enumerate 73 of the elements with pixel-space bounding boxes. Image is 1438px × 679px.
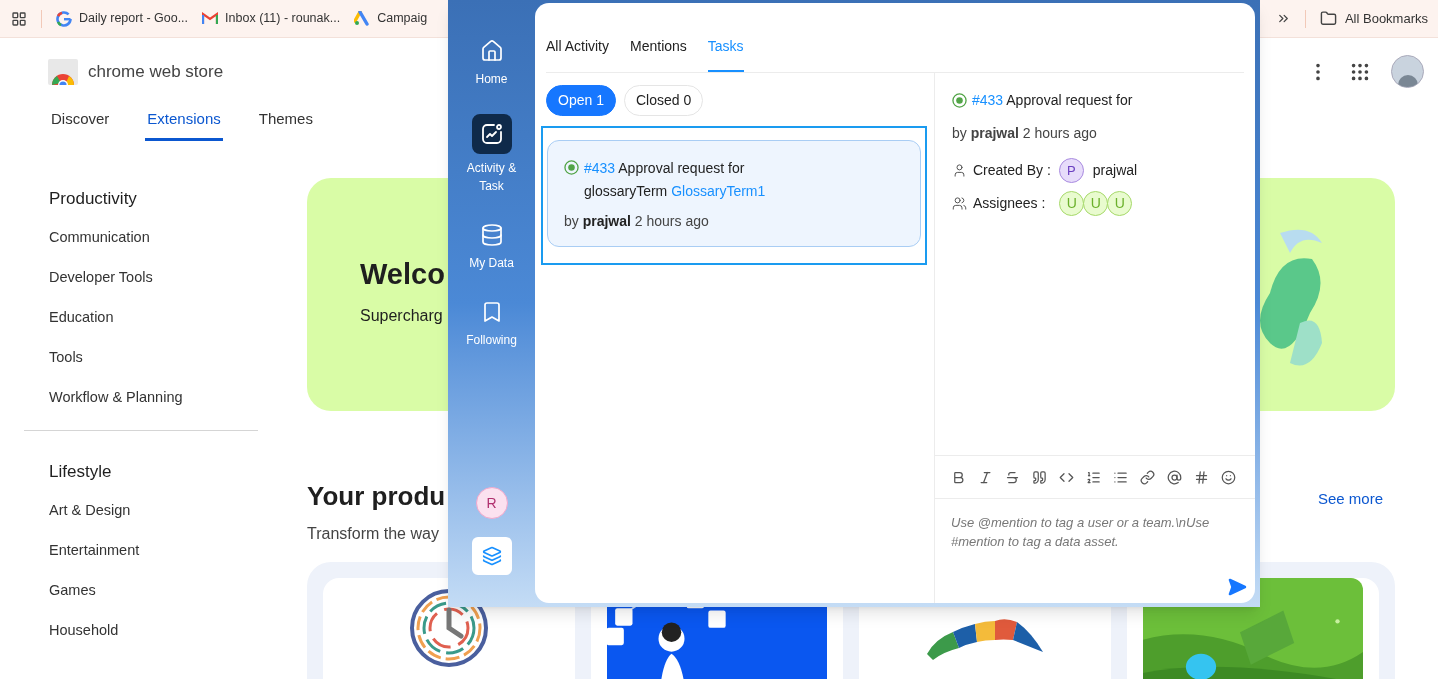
assignees-label: Assignees : (973, 194, 1046, 213)
created-by-label: Created By : (973, 161, 1051, 180)
store-title: chrome web store (88, 60, 224, 83)
user-icon (952, 163, 967, 178)
assignee-avatar: U (1059, 191, 1085, 216)
category-link[interactable]: Entertainment (24, 540, 258, 563)
smile-icon[interactable] (1221, 469, 1236, 485)
see-more-link[interactable]: See more (1317, 487, 1383, 510)
triangle-icon (354, 11, 371, 26)
bookmark-link[interactable]: Daily report - Goo... (56, 9, 189, 28)
side-nav-item[interactable]: My Data (451, 221, 532, 272)
side-nav-item[interactable]: Home (451, 37, 532, 88)
category-heading: Lifestyle (48, 461, 113, 483)
creator-avatar: P (1058, 158, 1084, 183)
all-bookmarks-link[interactable]: All Bookmarks (1319, 8, 1428, 29)
store-logo-icon (48, 58, 78, 85)
category-link[interactable]: Games (24, 580, 258, 603)
folder-icon (1319, 10, 1337, 27)
category-heading: Productivity (48, 188, 138, 210)
assignee-avatar: U (1083, 191, 1109, 216)
task-byline: by prajwal 2 hours ago (564, 212, 709, 231)
panel-tab[interactable]: Mentions (630, 36, 687, 72)
category-link[interactable]: Art & Design (24, 500, 258, 523)
category-link[interactable]: Household (24, 620, 258, 643)
at-sign-icon[interactable] (1167, 469, 1182, 485)
panel-tab[interactable]: All Activity (546, 36, 609, 72)
category-link[interactable]: Communication (24, 227, 258, 250)
detail-byline: by prajwal 2 hours ago (952, 124, 1097, 143)
banner-subtitle: Supercharg (360, 306, 443, 327)
detail-title: #433 Approval request for (972, 91, 1133, 110)
creator-name: prajwal (1092, 161, 1138, 180)
users-icon (952, 196, 967, 211)
bullet-list-icon[interactable] (1113, 469, 1128, 485)
user-avatar[interactable]: R (475, 487, 508, 519)
chart-icon (479, 122, 504, 146)
clock-icon (409, 588, 489, 668)
status-icon (952, 93, 967, 108)
task-title: #433 Approval request for glossaryTerm GlossaryTerm1 (584, 159, 767, 201)
home-icon (479, 39, 504, 63)
strikethrough-icon[interactable] (1005, 469, 1020, 485)
store-tab[interactable]: Themes (256, 105, 315, 141)
apps-icon[interactable] (11, 10, 27, 27)
layers-button[interactable] (471, 537, 512, 575)
filter-pill[interactable]: Open 1 (546, 85, 616, 116)
filter-pill[interactable]: Closed 0 (623, 85, 704, 116)
numbered-list-icon[interactable] (1086, 469, 1101, 485)
store-tab[interactable]: Extensions (145, 105, 223, 141)
task-selection[interactable]: #433 Approval request for glossaryTerm GlossaryTerm1 by prajwal 2 hours ago (541, 126, 927, 265)
quote-icon[interactable] (1032, 469, 1047, 485)
side-nav-item[interactable]: Activity & Task (451, 114, 532, 195)
category-link[interactable]: Workflow & Planning (24, 387, 258, 410)
italic-icon[interactable] (978, 469, 993, 485)
hash-icon[interactable] (1194, 469, 1209, 485)
bold-icon[interactable] (951, 469, 966, 485)
store-tab[interactable]: Discover (49, 105, 112, 141)
category-link[interactable]: Tools (24, 347, 258, 370)
envelope-icon (202, 12, 219, 25)
bookmark-link[interactable]: Inbox (11) - rounak... (202, 9, 341, 28)
link-icon[interactable] (1140, 469, 1155, 485)
layers-icon (481, 546, 502, 566)
comment-field[interactable]: Use @mention to tag a user or a team.\nUse #mention to tag a data asset. (935, 499, 1255, 569)
banner-title: Welco (360, 257, 445, 292)
profile-avatar[interactable] (1391, 55, 1424, 88)
send-icon[interactable] (1227, 577, 1247, 597)
ring-icon (56, 10, 72, 27)
category-link[interactable]: Education (24, 307, 258, 330)
assignee-avatar: U (1107, 191, 1133, 216)
section-title: Your produ (307, 480, 446, 513)
section-subtitle: Transform the way (307, 524, 439, 544)
bookmark-link[interactable]: Campaig (354, 9, 428, 28)
status-icon (564, 160, 579, 175)
category-link[interactable]: Developer Tools (24, 267, 258, 290)
database-icon (479, 223, 504, 247)
